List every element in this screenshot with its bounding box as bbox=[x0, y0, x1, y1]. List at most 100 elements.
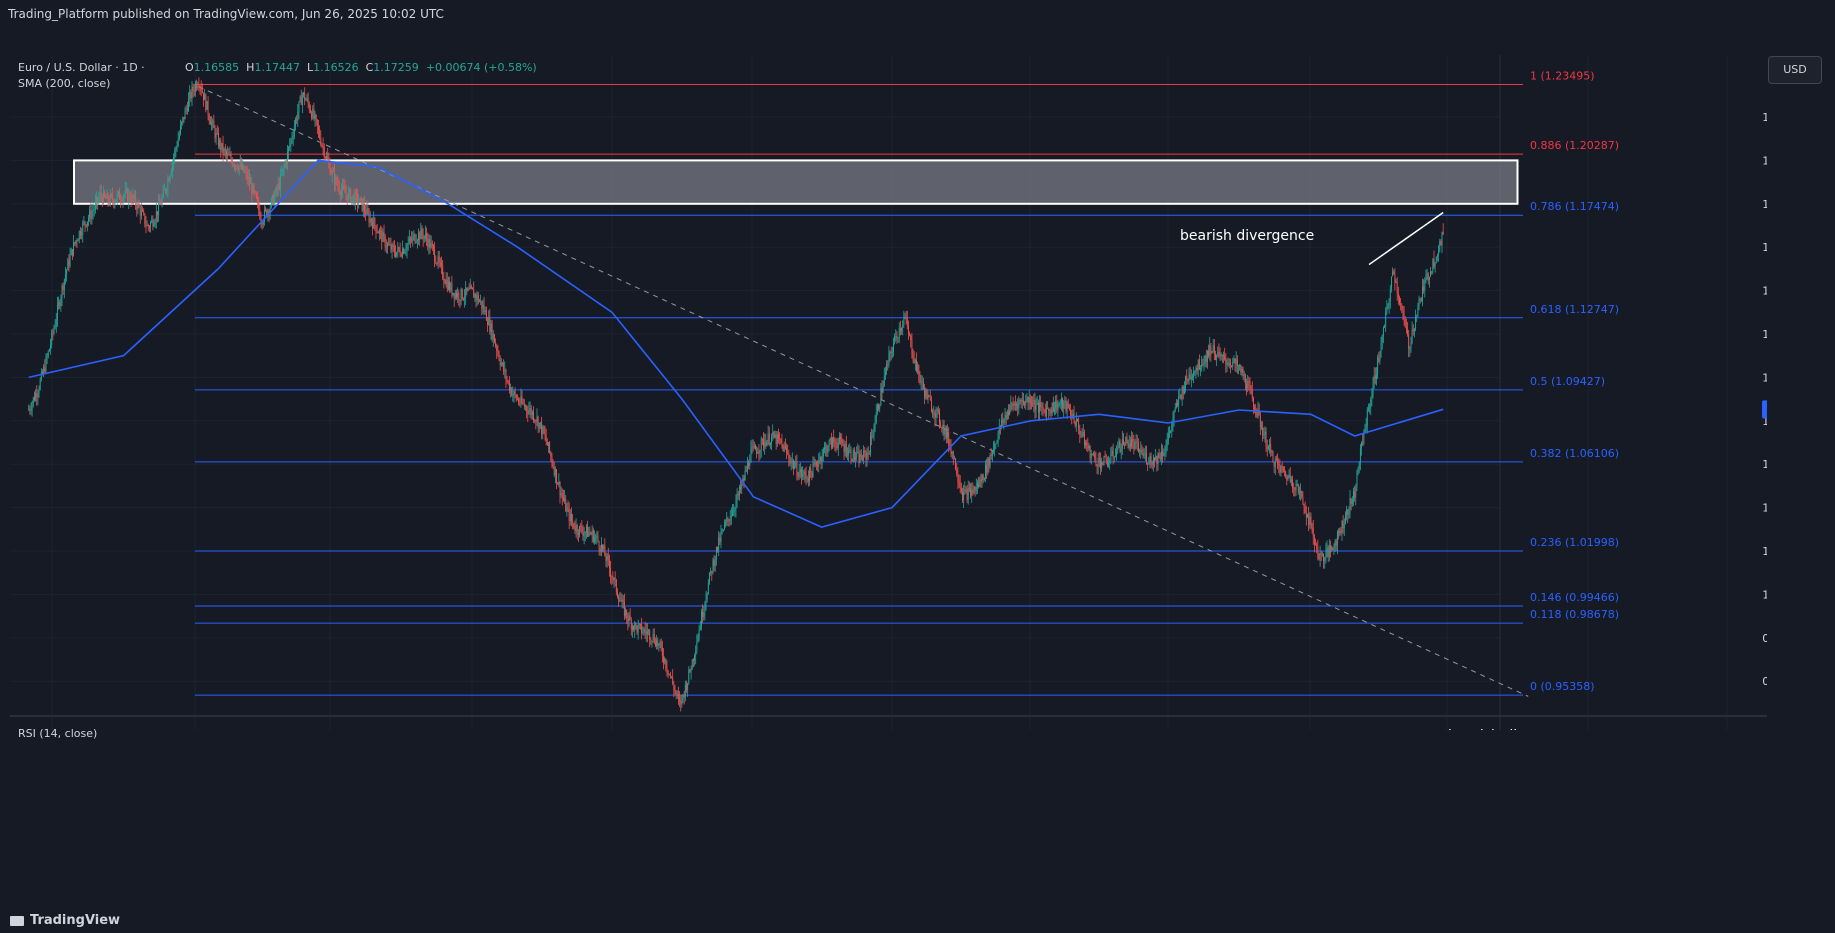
candle-body bbox=[318, 126, 319, 130]
candle-body bbox=[679, 697, 681, 701]
candle-body bbox=[1371, 393, 1373, 400]
candle-body bbox=[1305, 513, 1307, 518]
candle-body bbox=[142, 210, 143, 212]
candle-body bbox=[242, 164, 244, 169]
currency-button[interactable]: USD bbox=[1768, 56, 1822, 84]
candle-body bbox=[597, 535, 599, 542]
candle-body bbox=[1202, 364, 1204, 366]
candle-body bbox=[811, 472, 813, 478]
chart-area[interactable]: 1 (1.23495) 0.886 (1.20287) 0.786 (1.17474… bbox=[10, 55, 1767, 730]
candle-body bbox=[872, 436, 874, 437]
candle-body bbox=[758, 452, 760, 453]
candle-body bbox=[669, 673, 671, 677]
candle-body bbox=[315, 115, 317, 120]
candle-body bbox=[155, 211, 157, 222]
candle-body bbox=[420, 228, 422, 240]
candle-body bbox=[683, 694, 685, 698]
candle-body bbox=[458, 292, 460, 300]
candle-body bbox=[1285, 471, 1287, 477]
candle-body bbox=[689, 669, 691, 672]
candle-body bbox=[303, 92, 304, 95]
candle-body bbox=[1390, 276, 1392, 289]
candle-body bbox=[200, 86, 202, 91]
candle-body bbox=[106, 193, 108, 199]
candle-body bbox=[863, 450, 865, 461]
candle-body bbox=[856, 452, 858, 458]
candle-body bbox=[127, 189, 129, 201]
fib-label: 0.236 (1.01998) bbox=[1530, 536, 1619, 549]
candle-body bbox=[139, 207, 141, 216]
candle-body bbox=[516, 399, 518, 401]
candle-body bbox=[383, 232, 385, 236]
candle-body bbox=[292, 135, 294, 139]
candle-body bbox=[550, 452, 552, 457]
publisher-bar: Trading_Platform published on TradingVie… bbox=[0, 0, 1835, 28]
candle-body bbox=[1382, 327, 1384, 336]
candle-body bbox=[981, 474, 983, 482]
candle-body bbox=[249, 176, 250, 185]
sma-legend[interactable]: SMA (200, close) bbox=[18, 77, 110, 90]
rsi-legend[interactable]: RSI (14, close) bbox=[18, 727, 97, 740]
candle-body bbox=[132, 194, 134, 199]
candle-body bbox=[183, 117, 185, 120]
candle-body bbox=[1439, 241, 1441, 252]
candle-body bbox=[197, 85, 199, 88]
candle-body bbox=[1242, 369, 1244, 376]
candle-body bbox=[1327, 547, 1329, 557]
candle-body bbox=[1385, 312, 1387, 327]
chart-canvas[interactable]: 1 (1.23495) 0.886 (1.20287) 0.786 (1.17474… bbox=[10, 55, 1767, 730]
tradingview-logo[interactable]: TradingView bbox=[10, 913, 120, 928]
candle-body bbox=[894, 335, 896, 344]
candle-body bbox=[246, 171, 248, 180]
candle-body bbox=[175, 148, 177, 151]
candle-body bbox=[137, 203, 139, 210]
candle-body bbox=[204, 94, 206, 101]
candle-body bbox=[1336, 531, 1338, 546]
candle-body bbox=[1081, 434, 1083, 436]
candle-body bbox=[1035, 404, 1037, 411]
candle-body bbox=[695, 651, 697, 656]
candle-body bbox=[1248, 380, 1250, 383]
candle-body bbox=[1411, 329, 1413, 343]
candle-body bbox=[390, 244, 392, 251]
candle-body bbox=[1226, 363, 1228, 365]
candle-body bbox=[422, 234, 424, 239]
candle-body bbox=[853, 449, 855, 460]
candle-body bbox=[1201, 364, 1203, 369]
candle-body bbox=[767, 433, 769, 441]
candle-body bbox=[91, 211, 93, 219]
candle-body bbox=[681, 695, 683, 705]
candle-body bbox=[896, 335, 898, 339]
candle-body bbox=[814, 462, 816, 465]
candle-body bbox=[1381, 335, 1383, 343]
candle-body bbox=[1284, 471, 1285, 473]
candle-body bbox=[1235, 359, 1237, 364]
candle-body bbox=[603, 545, 605, 549]
candle-body bbox=[506, 379, 508, 381]
candle-body bbox=[633, 626, 635, 631]
candle-body bbox=[677, 693, 679, 698]
candle-body bbox=[1302, 496, 1304, 504]
candle-body bbox=[1232, 362, 1234, 367]
candle-body bbox=[163, 189, 165, 191]
candle-body bbox=[445, 279, 447, 284]
candle-body bbox=[1043, 409, 1045, 411]
candle-body bbox=[251, 182, 253, 194]
candle-body bbox=[1401, 304, 1403, 310]
candle-body bbox=[776, 434, 778, 445]
candle-body bbox=[543, 426, 545, 434]
candle-body bbox=[59, 302, 61, 306]
candle-body bbox=[30, 409, 32, 411]
candle-body bbox=[1326, 547, 1328, 551]
candle-body bbox=[881, 388, 883, 393]
candle-body bbox=[1050, 410, 1052, 414]
candle-body bbox=[483, 305, 485, 312]
candle-body bbox=[960, 488, 962, 492]
candle-body bbox=[468, 288, 470, 290]
candle-body bbox=[1387, 305, 1389, 308]
price-tick-label: 1.06000 bbox=[1762, 458, 1767, 471]
candle-body bbox=[821, 456, 823, 462]
candle-body bbox=[759, 449, 761, 453]
candle-body bbox=[651, 640, 653, 642]
candle-body bbox=[69, 255, 71, 266]
